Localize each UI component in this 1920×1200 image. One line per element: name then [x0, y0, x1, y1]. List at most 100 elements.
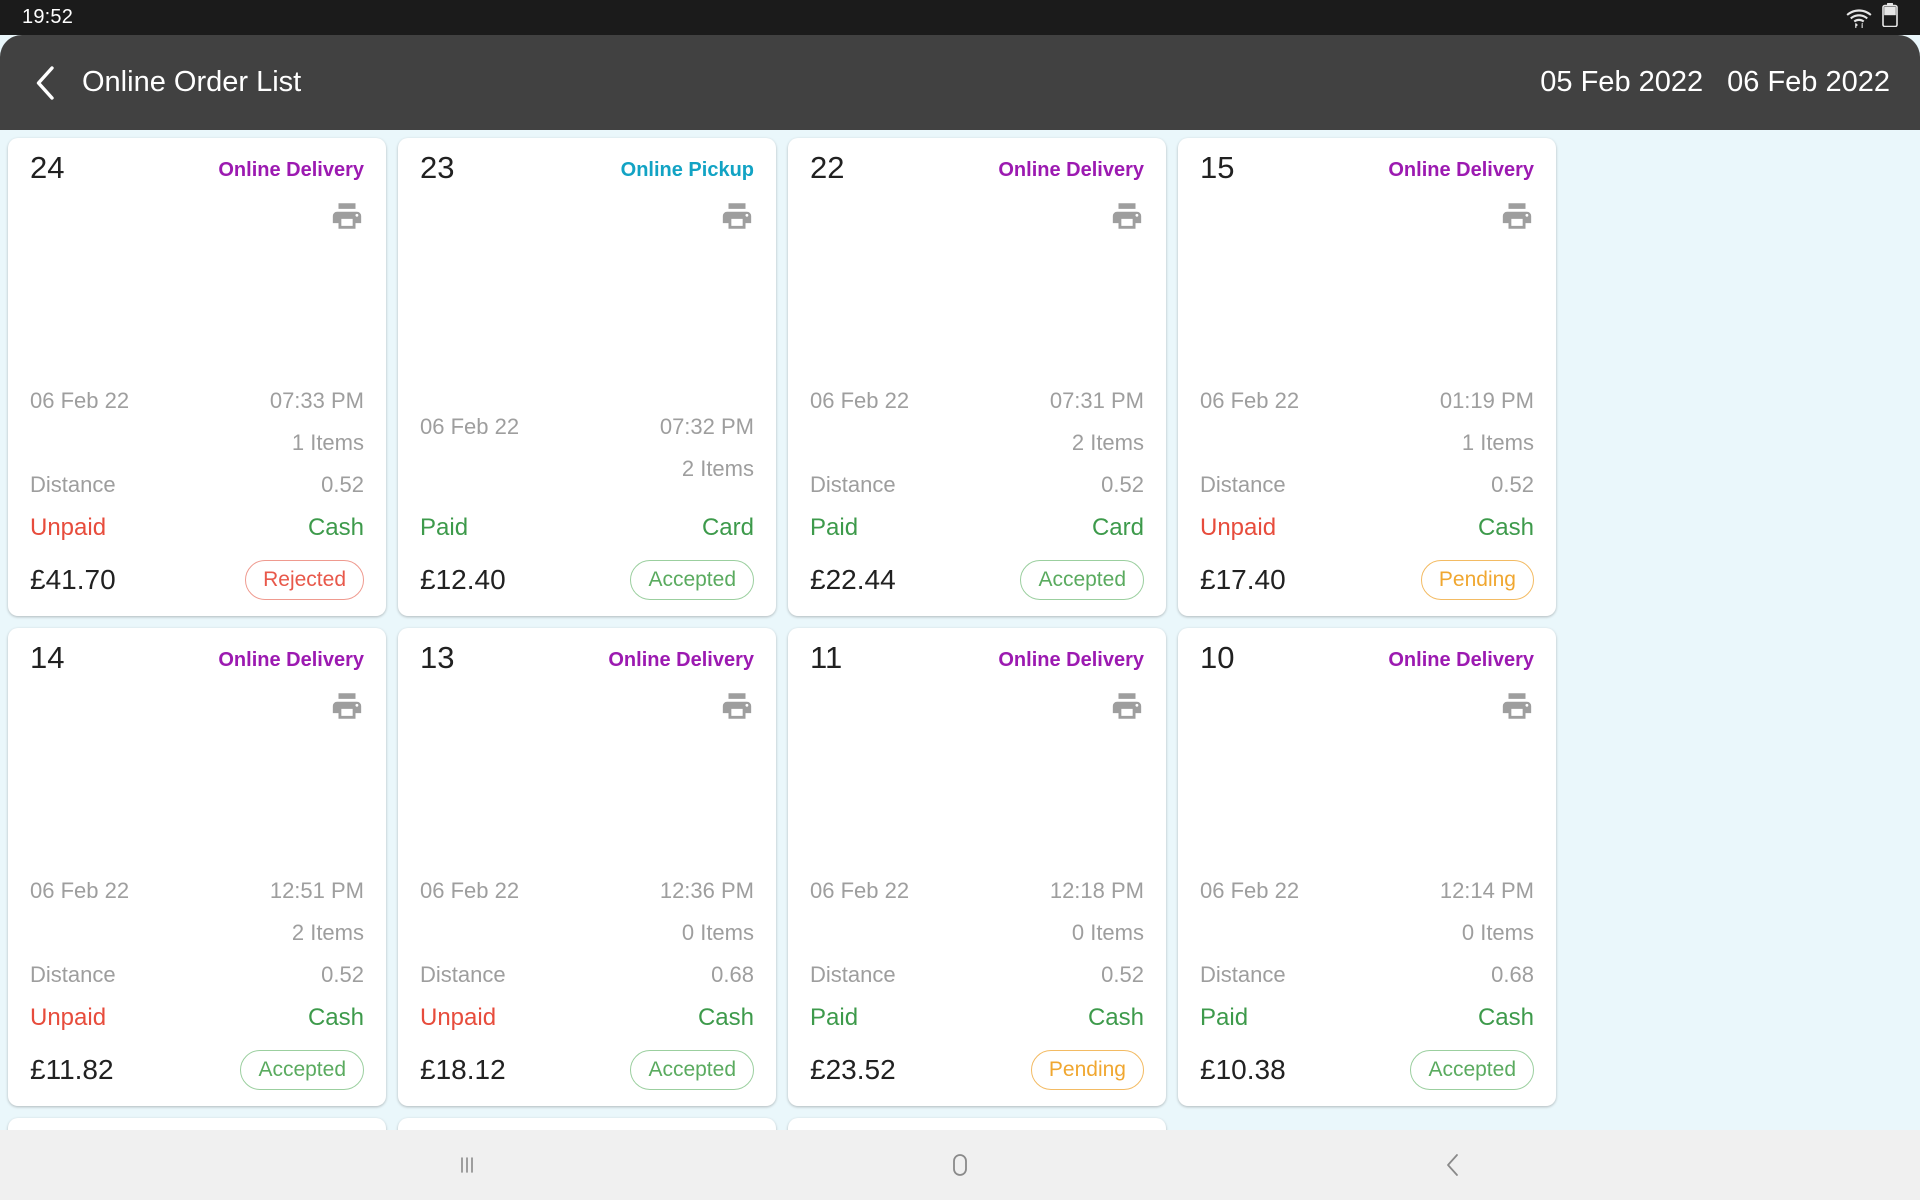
order-type-label: Online Delivery — [218, 159, 364, 181]
order-date: 06 Feb 22 — [810, 388, 910, 413]
payment-method: Cash — [307, 514, 364, 541]
order-card[interactable]: 13 Online Delivery 06 Feb 22 12:36 PM 0 Item… — [398, 628, 776, 1106]
print-button[interactable] — [720, 199, 754, 233]
order-card-header: 14 Online Delivery — [30, 641, 364, 675]
payment-state: Unpaid — [30, 514, 107, 541]
chevron-left-icon — [32, 65, 58, 101]
order-total-row: £22.44 Accepted — [810, 560, 1144, 600]
order-card[interactable]: 8Online Delivery06 Feb 2211:48 AM0 Items… — [398, 1118, 776, 1130]
print-button[interactable] — [1500, 199, 1534, 233]
battery-icon — [1882, 3, 1898, 32]
status-bar-icons — [1846, 3, 1898, 32]
order-payment-row: Unpaid Cash — [30, 514, 364, 542]
status-badge[interactable]: Accepted — [1410, 1050, 1534, 1090]
order-payment-row: Paid Cash — [810, 1004, 1144, 1032]
order-time: 07:33 PM — [269, 388, 364, 413]
order-date: 06 Feb 22 — [1200, 388, 1300, 413]
order-type-label: Online Delivery — [1388, 649, 1534, 671]
date-from-picker[interactable]: 05 Feb 2022 — [1540, 66, 1703, 99]
order-card[interactable]: 9Online Delivery06 Feb 2212:07 PM0 Items… — [8, 1118, 386, 1130]
order-card[interactable]: 11 Online Delivery 06 Feb 22 12:18 PM 0 Item… — [788, 628, 1166, 1106]
order-number: 22 — [810, 150, 845, 185]
order-card[interactable]: 15 Online Delivery 06 Feb 22 01:19 PM 1 Item… — [1178, 138, 1556, 616]
payment-method: Cash — [1477, 514, 1534, 541]
order-card-header: 13 Online Delivery — [420, 641, 754, 675]
payment-method: Cash — [697, 1004, 754, 1031]
status-badge[interactable]: Accepted — [240, 1050, 364, 1090]
order-total-row: £11.82 Accepted — [30, 1050, 364, 1090]
order-amount: £10.38 — [1200, 1054, 1286, 1085]
card-spacer — [1200, 233, 1534, 372]
order-item-count: 2 Items — [1071, 430, 1144, 455]
status-bar: 19:52 — [0, 0, 1920, 35]
order-card[interactable]: 10 Online Delivery 06 Feb 22 12:14 PM 0 Item… — [1178, 628, 1556, 1106]
home-circle-icon — [945, 1150, 975, 1180]
order-card[interactable]: 24 Online Delivery 06 Feb 22 07:33 PM 1 Item… — [8, 138, 386, 616]
order-total-row: £12.40 Accepted — [420, 560, 754, 600]
order-date: 06 Feb 22 — [1200, 878, 1300, 903]
order-items-row: 1 Items — [1200, 430, 1534, 456]
distance-value: 0.52 — [1491, 472, 1534, 497]
order-distance-row: Distance 0.52 — [1200, 472, 1534, 498]
order-items-row: 1 Items — [30, 430, 364, 456]
payment-state: Paid — [420, 514, 469, 541]
distance-value: 0.68 — [1491, 962, 1534, 987]
print-button[interactable] — [330, 689, 364, 723]
order-card-partial[interactable] — [788, 1118, 1166, 1130]
android-nav-bar — [0, 1130, 1920, 1200]
order-card[interactable]: 14 Online Delivery 06 Feb 22 12:51 PM 2 Item… — [8, 628, 386, 1106]
order-total-row: £41.70 Rejected — [30, 560, 364, 600]
payment-state: Unpaid — [30, 1004, 107, 1031]
back-button[interactable] — [22, 60, 68, 106]
order-amount: £41.70 — [30, 564, 116, 595]
nav-back-button[interactable] — [1418, 1130, 1488, 1200]
order-card-grid: 24 Online Delivery 06 Feb 22 07:33 PM 1 Item… — [8, 138, 1912, 1130]
wifi-icon — [1846, 8, 1872, 28]
printer-icon — [1110, 199, 1144, 233]
order-card-header: 24 Online Delivery — [30, 151, 364, 185]
card-spacer — [810, 233, 1144, 372]
order-amount: £18.12 — [420, 1054, 506, 1085]
status-badge[interactable]: Pending — [1030, 1050, 1144, 1090]
print-button[interactable] — [1110, 689, 1144, 723]
order-date: 06 Feb 22 — [810, 878, 910, 903]
card-spacer — [30, 233, 364, 372]
date-to-picker[interactable]: 06 Feb 2022 — [1727, 66, 1890, 99]
status-badge[interactable]: Rejected — [245, 560, 364, 600]
status-badge[interactable]: Pending — [1420, 560, 1534, 600]
order-time: 12:18 PM — [1049, 878, 1144, 903]
recents-button[interactable] — [432, 1130, 502, 1200]
order-item-count: 0 Items — [1071, 920, 1144, 945]
distance-label: Distance — [420, 962, 506, 987]
order-card[interactable]: 23 Online Pickup 06 Feb 22 07:32 PM 2 Items P… — [398, 138, 776, 616]
print-button[interactable] — [1110, 199, 1144, 233]
distance-label: Distance — [810, 472, 896, 497]
order-card-header: 23 Online Pickup — [420, 151, 754, 185]
printer-icon — [1500, 689, 1534, 723]
order-payment-row: Unpaid Cash — [420, 1004, 754, 1032]
order-card[interactable]: 22 Online Delivery 06 Feb 22 07:31 PM 2 Item… — [788, 138, 1166, 616]
print-button[interactable] — [1500, 689, 1534, 723]
order-datetime-row: 06 Feb 22 07:33 PM — [30, 388, 364, 414]
order-card-header: 22 Online Delivery — [810, 150, 1144, 185]
order-items-row: 2 Items — [810, 430, 1144, 456]
status-badge[interactable]: Accepted — [630, 560, 754, 600]
order-distance-row: Distance 0.52 — [810, 962, 1144, 988]
order-number: 11 — [810, 640, 843, 675]
order-type-label: Online Delivery — [218, 649, 364, 671]
order-items-row: 2 Items — [420, 456, 754, 482]
print-button[interactable] — [720, 689, 754, 723]
payment-state: Paid — [810, 514, 859, 541]
home-button[interactable] — [925, 1130, 995, 1200]
print-button[interactable] — [330, 199, 364, 233]
print-row — [420, 199, 754, 233]
order-list-scroll-area[interactable]: 24 Online Delivery 06 Feb 22 07:33 PM 1 Item… — [0, 130, 1920, 1130]
payment-method: Cash — [1087, 1004, 1144, 1031]
payment-method: Cash — [307, 1004, 364, 1031]
app-bar: Online Order List 05 Feb 2022 06 Feb 202… — [0, 35, 1920, 130]
order-item-count: 1 Items — [291, 430, 364, 455]
status-badge[interactable]: Accepted — [1020, 560, 1144, 600]
status-badge[interactable]: Accepted — [630, 1050, 754, 1090]
order-total-row: £10.38 Accepted — [1200, 1050, 1534, 1090]
order-type-label: Online Delivery — [1388, 159, 1534, 181]
